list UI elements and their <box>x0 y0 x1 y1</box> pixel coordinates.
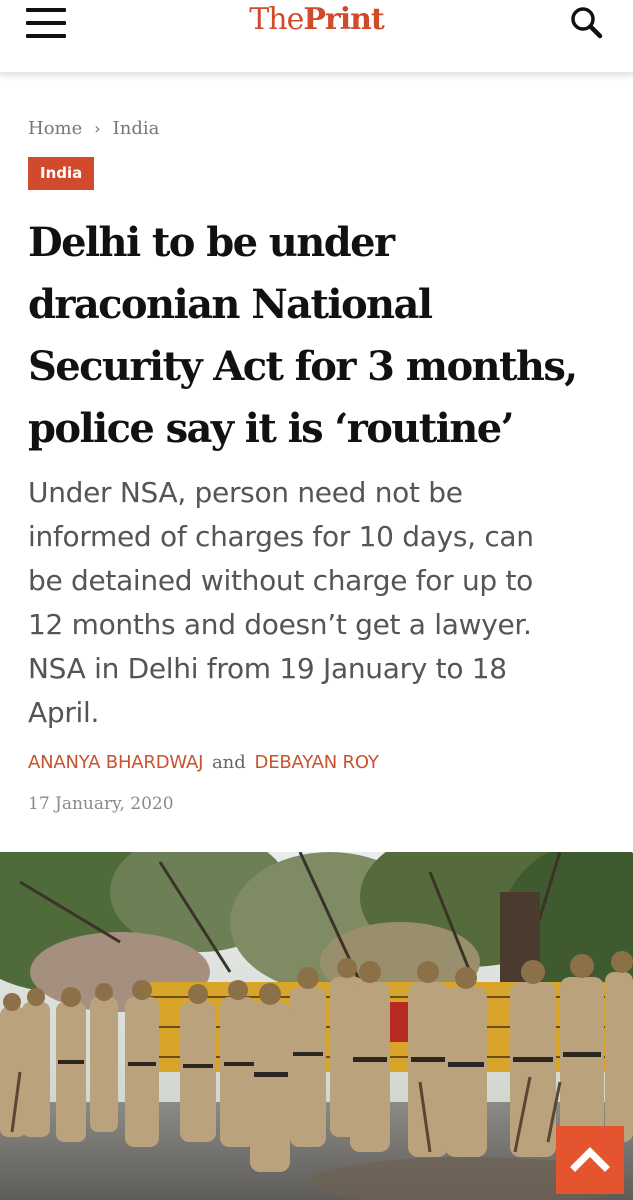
back-to-top-button[interactable] <box>556 1126 624 1194</box>
site-header: ThePrint <box>0 0 633 73</box>
byline: ANANYA BHARDWAJ and DEBAYAN ROY <box>28 752 379 773</box>
headline-line: Delhi to be under <box>28 219 395 266</box>
article-headline: Delhi to be under draconian National Sec… <box>28 212 613 460</box>
subheadline-line: 12 months and doesn’t get a lawyer. <box>28 608 532 641</box>
author-link[interactable]: DEBAYAN ROY <box>255 752 379 773</box>
breadcrumb-home[interactable]: Home <box>28 118 82 139</box>
hero-image <box>0 852 633 1200</box>
headline-line: police say it is ‘routine’ <box>28 405 515 452</box>
breadcrumb: Home › India <box>28 118 159 139</box>
breadcrumb-section[interactable]: India <box>113 118 160 139</box>
search-icon[interactable] <box>567 3 607 43</box>
publish-date: 17 January, 2020 <box>28 794 174 814</box>
subheadline-line: informed of charges for 10 days, can <box>28 520 534 553</box>
headline-line: draconian National <box>28 281 433 328</box>
subheadline-line: NSA in Delhi from 19 January to 18 <box>28 652 507 685</box>
subheadline-line: be detained without charge for up to <box>28 564 533 597</box>
chevron-right-icon: › <box>94 119 101 138</box>
logo-main: Print <box>303 2 384 37</box>
site-logo[interactable]: ThePrint <box>0 2 633 37</box>
category-badge[interactable]: India <box>28 157 95 190</box>
chevron-up-icon <box>570 1147 610 1172</box>
subheadline-line: April. <box>28 696 100 729</box>
article-subheadline: Under NSA, person need not be informed o… <box>28 471 618 735</box>
police-lineup-photo <box>0 852 633 1200</box>
author-joiner: and <box>211 752 246 773</box>
subheadline-line: Under NSA, person need not be <box>28 476 463 509</box>
logo-prefix: The <box>249 2 304 37</box>
author-link[interactable]: ANANYA BHARDWAJ <box>28 752 203 773</box>
headline-line: Security Act for 3 months, <box>28 343 578 390</box>
